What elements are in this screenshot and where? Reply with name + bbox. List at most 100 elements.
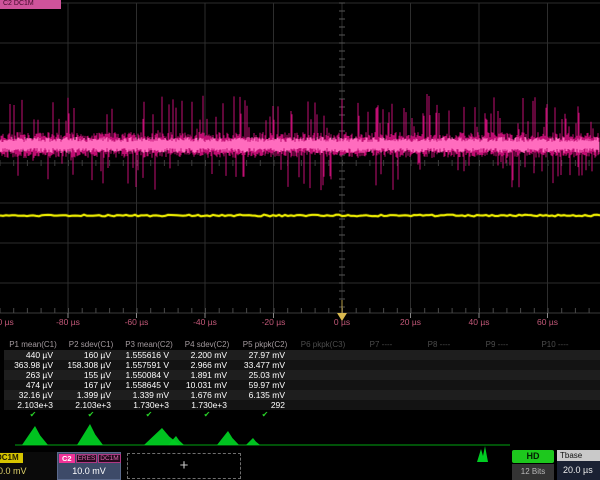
- measure-status-check: ✔: [120, 410, 178, 420]
- measure-status-check: [294, 410, 352, 420]
- timebase-title: Tbase: [557, 450, 600, 461]
- timebase-value: 20.0 µs: [557, 461, 600, 480]
- measure-value-cell: 1.730e+3: [178, 400, 236, 410]
- measure-column-header[interactable]: P6 pkpk(C3): [294, 340, 352, 350]
- waveform-grid: [0, 0, 600, 335]
- measure-value-cell: [468, 380, 526, 390]
- time-axis-label: -20 µs: [262, 317, 286, 327]
- measure-column-header[interactable]: P4 sdev(C2): [178, 340, 236, 350]
- measure-column-header[interactable]: P9 ----: [468, 340, 526, 350]
- measure-status-check: ✔: [4, 410, 62, 420]
- measure-value-cell: 160 µV: [62, 350, 120, 360]
- c2-vertical-scale: 10.0 mV: [58, 466, 120, 476]
- c2-eres-badge: ERES: [76, 454, 98, 463]
- measure-value-cell: 263 µV: [4, 370, 62, 380]
- measure-value-cell: [526, 400, 584, 410]
- parameter-histicons: [0, 420, 600, 450]
- measure-value-cell: 167 µV: [62, 380, 120, 390]
- measure-value-cell: [410, 370, 468, 380]
- measure-value-cell: [526, 360, 584, 370]
- measure-value-cell: [468, 370, 526, 380]
- measure-status-check: ✔: [236, 410, 294, 420]
- measure-value-cell: 1.891 mV: [178, 370, 236, 380]
- measure-column-header[interactable]: P3 mean(C2): [120, 340, 178, 350]
- measure-column-header[interactable]: P8 ----: [410, 340, 468, 350]
- time-axis-label: 20 µs: [400, 317, 421, 327]
- measure-value-cell: 10.031 mV: [178, 380, 236, 390]
- measure-value-cell: [526, 350, 584, 360]
- measure-value-cell: [294, 360, 352, 370]
- measure-value-cell: 158.308 µV: [62, 360, 120, 370]
- time-axis-label: -100 µs: [0, 317, 14, 327]
- channel-c1-descriptor[interactable]: DC1M 20.0 mV: [0, 452, 58, 480]
- measure-value-cell: 1.550084 V: [120, 370, 178, 380]
- measure-column-header[interactable]: P5 pkpk(C2): [236, 340, 294, 350]
- measure-value-cell: [410, 390, 468, 400]
- measure-value-cell: 1.730e+3: [120, 400, 178, 410]
- measure-value-cell: [584, 370, 600, 380]
- measure-value-cell: 1.399 µV: [62, 390, 120, 400]
- measure-value-cell: 1.676 mV: [178, 390, 236, 400]
- measure-value-cell: [410, 400, 468, 410]
- bit-depth-label: 12 Bits: [512, 464, 554, 480]
- measure-value-cell: [584, 360, 600, 370]
- measure-value-cell: 440 µV: [4, 350, 62, 360]
- measure-value-cell: [468, 400, 526, 410]
- measure-value-cell: [468, 360, 526, 370]
- measure-status-check: [352, 410, 410, 420]
- measure-value-cell: 25.03 mV: [236, 370, 294, 380]
- measure-value-cell: [294, 390, 352, 400]
- measure-value-cell: [294, 380, 352, 390]
- time-axis-label: -80 µs: [56, 317, 80, 327]
- measure-column-header[interactable]: P1 mean(C1): [4, 340, 62, 350]
- time-axis-label: -40 µs: [193, 317, 217, 327]
- measure-column-header[interactable]: P10 ----: [526, 340, 584, 350]
- c2-label-chip: C2: [59, 454, 75, 463]
- channel-c2-descriptor[interactable]: C2 ERES DC1M 10.0 mV: [57, 452, 121, 480]
- measure-value-cell: 27.97 mV: [236, 350, 294, 360]
- measure-value-cell: 292: [236, 400, 294, 410]
- measure-value-cell: [294, 400, 352, 410]
- descriptor-bar: DC1M 20.0 mV C2 ERES DC1M 10.0 mV + HD 1…: [0, 450, 600, 480]
- histicon-spike: [477, 446, 491, 462]
- c1-vertical-scale: 20.0 mV: [0, 466, 58, 476]
- measure-value-cell: 1.558645 V: [120, 380, 178, 390]
- measure-value-cell: 33.477 mV: [236, 360, 294, 370]
- measure-value-cell: [526, 380, 584, 390]
- measure-value-cell: 1.555616 V: [120, 350, 178, 360]
- measure-value-cell: 474 µV: [4, 380, 62, 390]
- hd-mode-badge[interactable]: HD: [512, 450, 554, 463]
- measure-value-cell: 2.103e+3: [62, 400, 120, 410]
- measure-value-cell: 1.339 mV: [120, 390, 178, 400]
- measure-value-cell: [352, 370, 410, 380]
- measure-column-header[interactable]: P7 ----: [352, 340, 410, 350]
- measure-status-check: [410, 410, 468, 420]
- measure-value-cell: [584, 350, 600, 360]
- time-axis-label: -60 µs: [125, 317, 149, 327]
- measure-column-header[interactable]: P11: [584, 340, 600, 350]
- measure-column-header[interactable]: P2 sdev(C1): [62, 340, 120, 350]
- measure-value-cell: [584, 380, 600, 390]
- measure-value-cell: [410, 350, 468, 360]
- measure-value-cell: [352, 380, 410, 390]
- measure-value-cell: 363.98 µV: [4, 360, 62, 370]
- measure-value-cell: [410, 360, 468, 370]
- active-trace-badge[interactable]: C2 DC1M: [0, 0, 61, 9]
- add-trace-button[interactable]: +: [127, 453, 241, 479]
- oscilloscope-screen: C2 DC1M -100 µs -80 µs -60 µs -40 µs -20 µs 0…: [0, 0, 600, 480]
- measure-status-check: ✔: [62, 410, 120, 420]
- measure-value-cell: [410, 380, 468, 390]
- measure-value-cell: [294, 350, 352, 360]
- measure-status-check: [468, 410, 526, 420]
- measure-value-cell: [352, 350, 410, 360]
- measure-value-cell: [584, 400, 600, 410]
- c1-coupling-badge: DC1M: [0, 453, 23, 463]
- measure-value-cell: [294, 370, 352, 380]
- timebase-descriptor[interactable]: Tbase 20.0 µs: [557, 450, 600, 480]
- measure-value-cell: 59.97 mV: [236, 380, 294, 390]
- measure-value-cell: [468, 390, 526, 400]
- time-axis-label: 0 µs: [334, 317, 350, 327]
- measure-value-cell: 32.16 µV: [4, 390, 62, 400]
- measure-value-cell: [352, 360, 410, 370]
- measure-value-cell: 2.103e+3: [4, 400, 62, 410]
